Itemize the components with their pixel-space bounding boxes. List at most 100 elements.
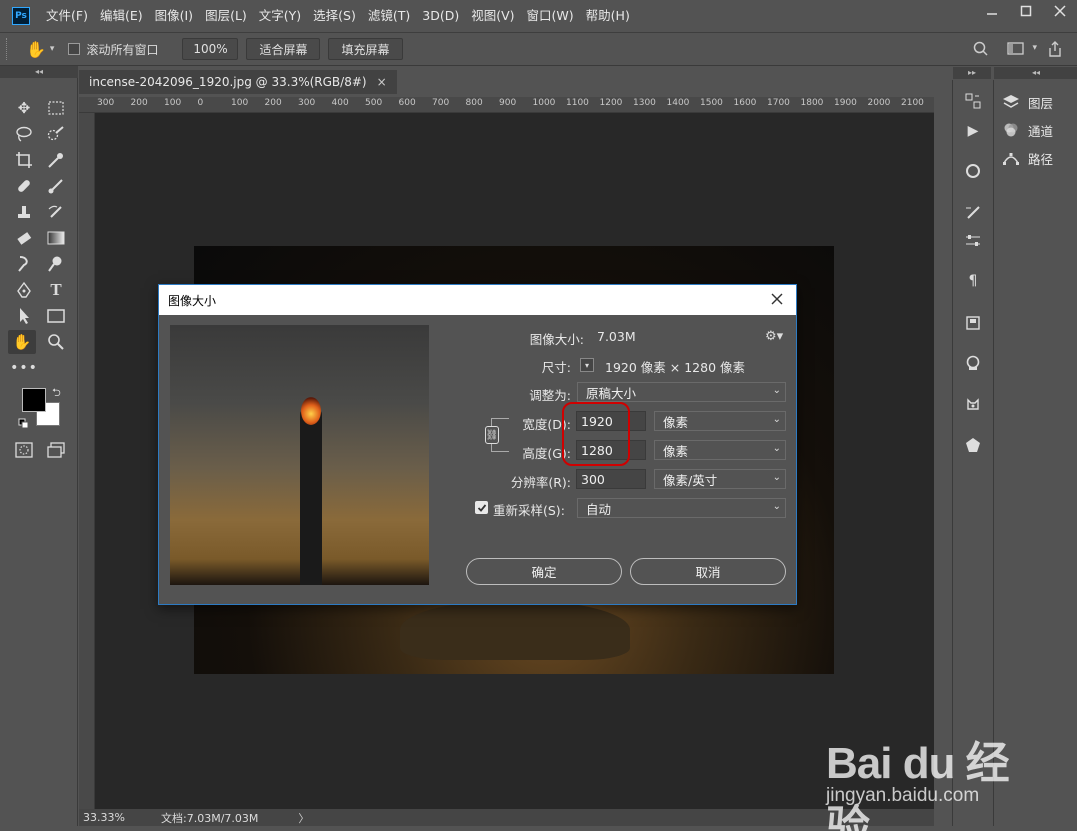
quick-mask-icon[interactable]: [10, 438, 38, 462]
status-menu-arrow[interactable]: 〉: [298, 810, 309, 826]
image-preview[interactable]: [170, 325, 429, 585]
gear-icon[interactable]: ⚙▾: [765, 329, 783, 344]
workspace-chevron-icon[interactable]: ▾: [1032, 43, 1037, 53]
menu-view[interactable]: 视图(V): [465, 0, 520, 32]
menu-type[interactable]: 文字(Y): [253, 0, 307, 32]
brush-tool-icon[interactable]: [42, 174, 70, 198]
channels-icon: [1004, 123, 1018, 137]
smudge-tool-icon[interactable]: [10, 252, 38, 276]
constrain-proportions-link-icon[interactable]: ⛓: [485, 426, 499, 444]
minimize-icon[interactable]: [975, 0, 1009, 22]
menu-edit[interactable]: 编辑(E): [94, 0, 149, 32]
ruler-tick-label: 300: [298, 98, 316, 108]
channels-label: 通道: [1028, 123, 1054, 139]
workspace-icon[interactable]: [1007, 42, 1025, 59]
zoom-100-button[interactable]: 100%: [182, 38, 239, 60]
document-tab[interactable]: incense-2042096_1920.jpg @ 33.3%(RGB/8#)…: [79, 70, 397, 94]
type-tool-icon[interactable]: T: [42, 278, 70, 302]
menu-select[interactable]: 选择(S): [307, 0, 362, 32]
move-tool-icon[interactable]: ✥: [10, 96, 38, 120]
image-size-value: 7.03M: [597, 329, 636, 344]
tools-panel: ◂◂ ✥ T ✋ ••• ⮌: [0, 66, 78, 826]
brush-settings-icon[interactable]: [961, 202, 985, 224]
share-icon[interactable]: [1047, 40, 1063, 61]
horizontal-ruler[interactable]: 300 200 100 0 100 200 300 400 500 600 700 800 900 100…: [79, 97, 934, 113]
healing-brush-tool-icon[interactable]: [10, 174, 38, 198]
shapes-panel-icon[interactable]: [961, 434, 985, 456]
ruler-tick-label: 1300: [633, 98, 656, 108]
history-brush-tool-icon[interactable]: [42, 200, 70, 224]
toolbar-collapse-icon[interactable]: ◂◂: [0, 66, 78, 78]
default-colors-icon[interactable]: [18, 418, 30, 433]
resample-chevron-icon: ⌄: [772, 501, 781, 512]
rectangle-tool-icon[interactable]: [42, 304, 70, 328]
foreground-color-swatch[interactable]: [22, 388, 46, 412]
chevron-down-icon[interactable]: ▾: [50, 44, 55, 54]
crop-tool-icon[interactable]: [10, 148, 38, 172]
fit-screen-button[interactable]: 适合屏幕: [246, 38, 321, 60]
more-tools-icon[interactable]: •••: [10, 356, 38, 380]
libraries-panel-icon[interactable]: [961, 312, 985, 334]
resolution-unit-select[interactable]: 像素/英寸 ⌄: [654, 469, 786, 489]
window-controls: [975, 0, 1077, 22]
actions-panel-icon[interactable]: ▶: [961, 120, 985, 142]
menu-image[interactable]: 图像(I): [149, 0, 199, 32]
adjustments-panel-icon[interactable]: [961, 160, 985, 182]
properties-panel-icon[interactable]: [961, 230, 985, 252]
layers-tab[interactable]: 图层: [1002, 91, 1053, 113]
channels-tab[interactable]: 通道: [1002, 119, 1053, 141]
history-panel-icon[interactable]: [961, 90, 985, 112]
dialog-close-icon[interactable]: [768, 290, 786, 308]
panel-collapse-icon[interactable]: ◂◂: [994, 67, 1077, 79]
menu-filter[interactable]: 滤镜(T): [362, 0, 416, 32]
resolution-label: 分辨率(R):: [510, 475, 571, 490]
menu-window[interactable]: 窗口(W): [521, 0, 580, 32]
dimensions-unit-chevron-icon[interactable]: ▾: [580, 358, 594, 372]
maximize-icon[interactable]: [1009, 0, 1043, 22]
eyedropper-tool-icon[interactable]: [42, 148, 70, 172]
paragraph-panel-icon[interactable]: ¶: [961, 270, 985, 292]
close-icon[interactable]: [1043, 0, 1077, 22]
resample-select[interactable]: 自动 ⌄: [577, 498, 786, 518]
menu-3d[interactable]: 3D(D): [416, 0, 465, 32]
menu-bar: Ps 文件(F) 编辑(E) 图像(I) 图层(L) 文字(Y) 选择(S) 滤…: [0, 0, 1077, 32]
dock-collapse-icon[interactable]: ▸▸: [953, 67, 991, 79]
quick-selection-tool-icon[interactable]: [42, 122, 70, 146]
menu-layer[interactable]: 图层(L): [199, 0, 253, 32]
menu-file[interactable]: 文件(F): [40, 0, 94, 32]
fill-screen-button[interactable]: 填充屏幕: [328, 38, 403, 60]
height-unit-chevron-icon: ⌄: [772, 443, 781, 454]
scroll-all-windows-option[interactable]: 滚动所有窗口: [68, 41, 158, 58]
vertical-ruler[interactable]: [79, 113, 95, 809]
paths-tab[interactable]: 路径: [1002, 147, 1053, 169]
learn-panel-icon[interactable]: [961, 352, 985, 374]
height-unit-select[interactable]: 像素 ⌄: [654, 440, 786, 460]
marquee-tool-icon[interactable]: [42, 96, 70, 120]
eraser-tool-icon[interactable]: [10, 226, 38, 250]
menu-help[interactable]: 帮助(H): [580, 0, 636, 32]
width-unit-select[interactable]: 像素 ⌄: [654, 411, 786, 431]
swap-colors-icon[interactable]: ⮌: [52, 384, 61, 403]
resample-checkbox[interactable]: [475, 501, 488, 514]
incense-burner: [400, 600, 630, 660]
path-selection-tool-icon[interactable]: [10, 304, 38, 328]
lasso-tool-icon[interactable]: [10, 122, 38, 146]
ok-button[interactable]: 确定: [466, 558, 622, 585]
gradient-tool-icon[interactable]: [42, 226, 70, 250]
scroll-all-checkbox[interactable]: [68, 43, 81, 55]
cancel-button[interactable]: 取消: [630, 558, 786, 585]
close-document-icon[interactable]: ×: [377, 75, 387, 89]
zoom-level[interactable]: 33.33%: [83, 811, 149, 824]
search-icon[interactable]: [973, 41, 989, 60]
zoom-tool-icon[interactable]: [42, 330, 70, 354]
resolution-input[interactable]: 300: [576, 469, 646, 489]
clone-stamp-tool-icon[interactable]: [10, 200, 38, 224]
ruler-tick-label: 700: [432, 98, 450, 108]
dodge-tool-icon[interactable]: [42, 252, 70, 276]
hand-tool-icon[interactable]: ✋: [8, 330, 36, 354]
screen-mode-icon[interactable]: [42, 438, 70, 462]
fit-to-select[interactable]: 原稿大小 ⌄: [577, 382, 786, 402]
pen-tool-icon[interactable]: [10, 278, 38, 302]
hand-tool-preset-icon[interactable]: ✋: [26, 40, 46, 59]
plugin-panel-icon[interactable]: [961, 394, 985, 416]
